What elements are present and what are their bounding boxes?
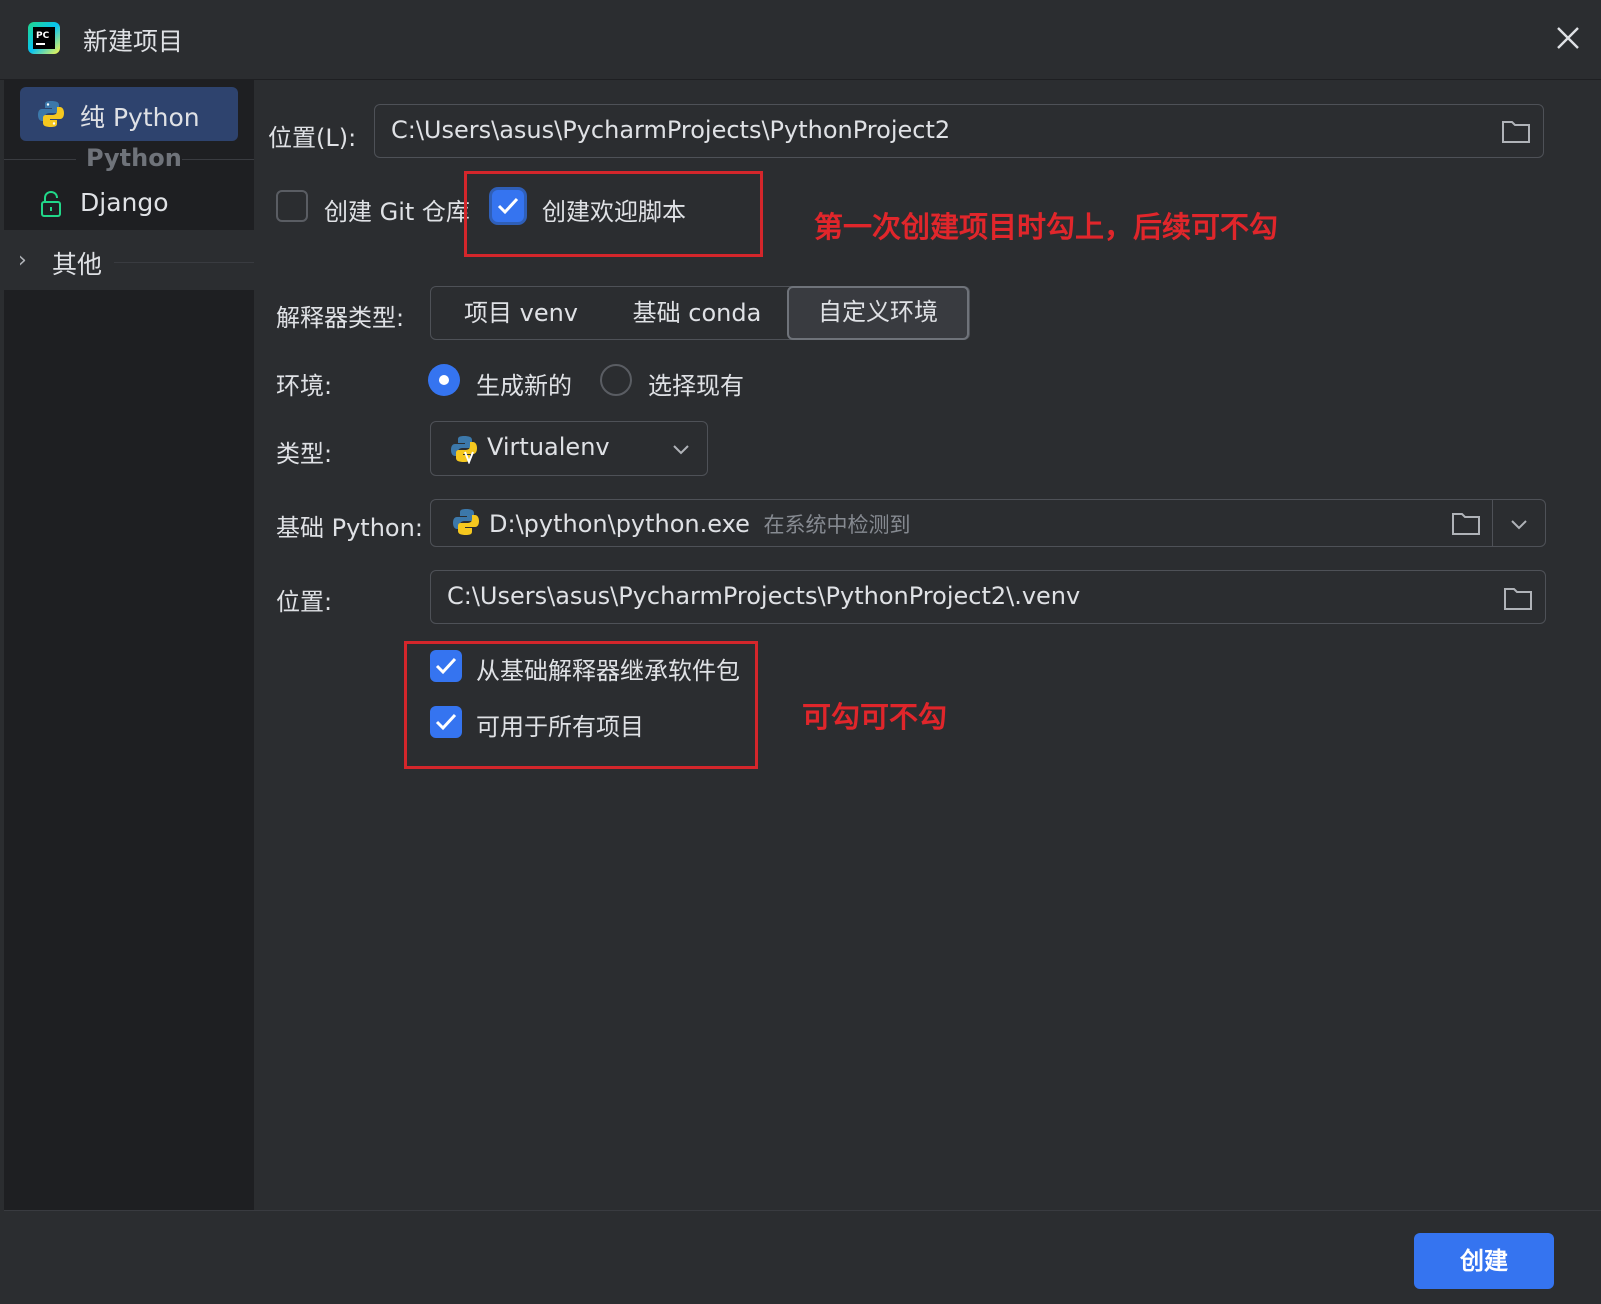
project-settings-panel: 位置(L): C:\Users\asus\PycharmProjects\Pyt… <box>254 80 1601 1210</box>
interpreter-type-segmented: 项目 venv 基础 conda 自定义环境 <box>430 286 970 340</box>
folder-icon[interactable] <box>1503 585 1533 611</box>
annotation-note-first-time: 第一次创建项目时勾上，后续可不勾 <box>814 210 1279 244</box>
inherit-packages-label: 从基础解释器继承软件包 <box>476 657 740 685</box>
new-project-dialog: PC 新建项目 纯 Python Python Django › 其他 位置(L… <box>0 0 1601 1304</box>
sidebar-item-pure-python[interactable]: 纯 Python <box>20 87 238 141</box>
svg-text:PC: PC <box>36 31 50 41</box>
base-python-path: D:\python\python.exe <box>489 510 750 538</box>
virtualenv-icon <box>451 436 477 464</box>
project-type-sidebar: 纯 Python Python Django › 其他 <box>4 80 254 1210</box>
type-label: 类型: <box>276 440 333 468</box>
base-python-hint: 在系统中检测到 <box>763 513 911 537</box>
venv-location-value: C:\Users\asus\PycharmProjects\PythonProj… <box>447 582 1081 610</box>
location-field[interactable]: C:\Users\asus\PycharmProjects\PythonProj… <box>374 104 1544 158</box>
select-existing-label: 选择现有 <box>648 372 744 400</box>
location-value: C:\Users\asus\PycharmProjects\PythonProj… <box>391 116 951 144</box>
lock-icon <box>41 190 61 217</box>
chevron-right-icon: › <box>18 248 27 273</box>
close-icon[interactable] <box>1548 18 1588 58</box>
group-separator: Python <box>4 144 254 174</box>
pycharm-icon: PC <box>28 22 60 54</box>
annotation-note-optional: 可勾可不勾 <box>802 700 948 734</box>
environment-label: 环境: <box>276 372 333 400</box>
welcome-script-checkbox[interactable] <box>492 190 524 222</box>
tab-project-venv[interactable]: 项目 venv <box>441 287 601 339</box>
location-label: 位置(L): <box>268 124 357 152</box>
git-repo-label: 创建 Git 仓库 <box>324 198 470 226</box>
type-value: Virtualenv <box>487 433 610 461</box>
checkmark-icon <box>435 713 457 731</box>
folder-icon[interactable] <box>1501 118 1531 144</box>
sidebar-item-others[interactable]: › 其他 <box>4 230 254 290</box>
all-projects-checkbox[interactable] <box>430 706 462 738</box>
sidebar-item-label: 纯 Python <box>80 103 200 132</box>
group-label: Python <box>86 144 182 172</box>
tab-custom-env[interactable]: 自定义环境 <box>787 286 969 340</box>
sidebar-item-django[interactable]: Django <box>20 177 238 231</box>
welcome-script-label: 创建欢迎脚本 <box>542 198 686 226</box>
venv-location-field[interactable]: C:\Users\asus\PycharmProjects\PythonProj… <box>430 570 1546 624</box>
type-dropdown[interactable]: Virtualenv <box>430 421 708 476</box>
interpreter-type-label: 解释器类型: <box>276 304 405 332</box>
generate-new-label: 生成新的 <box>476 372 572 400</box>
base-python-field[interactable]: D:\python\python.exe 在系统中检测到 <box>430 499 1546 547</box>
radio-select-existing[interactable] <box>600 364 632 396</box>
radio-generate-new[interactable] <box>428 364 460 396</box>
inherit-packages-checkbox[interactable] <box>430 650 462 682</box>
python-icon <box>453 509 479 535</box>
python-icon <box>38 101 64 127</box>
base-python-value: D:\python\python.exe 在系统中检测到 <box>489 509 911 539</box>
all-projects-label: 可用于所有项目 <box>476 713 644 741</box>
dialog-footer: 创建 <box>4 1210 1601 1304</box>
venv-location-label: 位置: <box>276 588 333 616</box>
checkmark-icon <box>497 197 519 215</box>
git-repo-checkbox[interactable] <box>276 190 308 222</box>
base-python-label: 基础 Python: <box>276 514 423 542</box>
folder-icon[interactable] <box>1451 510 1481 536</box>
tab-base-conda[interactable]: 基础 conda <box>611 287 783 339</box>
chevron-down-icon <box>673 445 689 455</box>
chevron-down-icon[interactable] <box>1509 517 1529 531</box>
create-button[interactable]: 创建 <box>1414 1233 1554 1289</box>
window-title: 新建项目 <box>83 27 184 56</box>
others-label: 其他 <box>52 250 103 279</box>
checkmark-icon <box>435 657 457 675</box>
title-bar: PC 新建项目 <box>0 0 1601 80</box>
sidebar-item-label: Django <box>80 188 169 217</box>
